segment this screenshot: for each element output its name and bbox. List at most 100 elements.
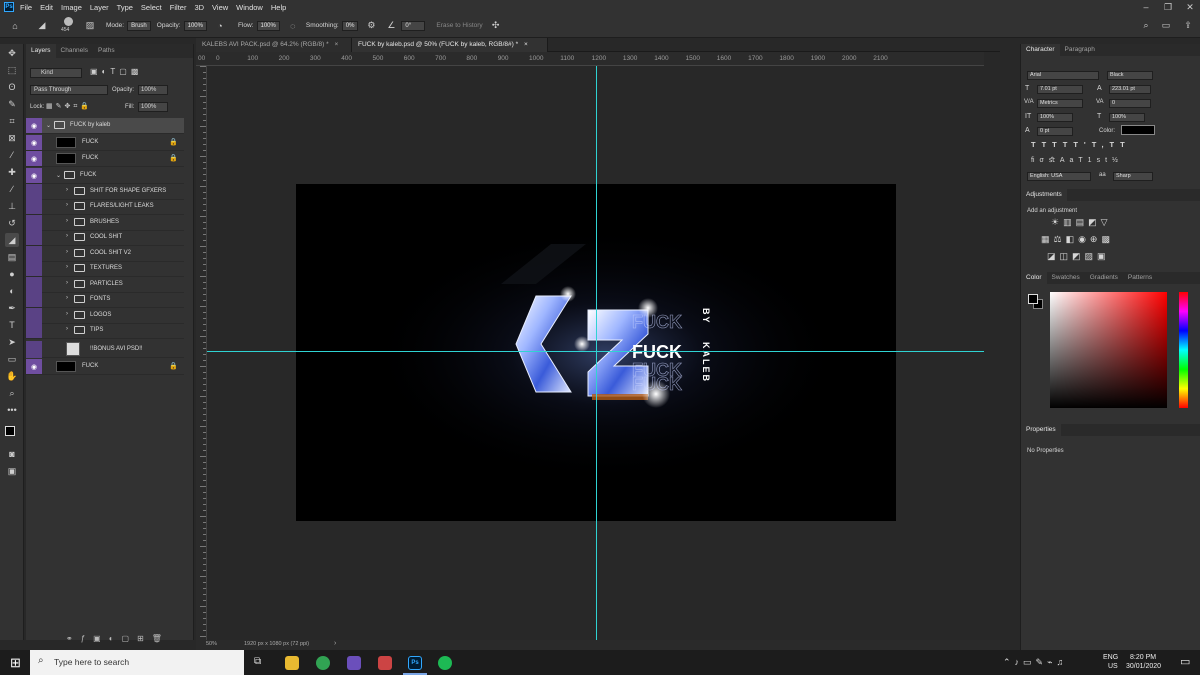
- tab-swatches[interactable]: Swatches: [1047, 272, 1085, 284]
- layer-row[interactable]: › PARTICLES: [26, 277, 184, 293]
- adjustments-title[interactable]: Adjustments: [1021, 189, 1067, 201]
- chevron-down-icon[interactable]: ⌄: [56, 172, 61, 179]
- taskbar-search-box[interactable]: ⌕ Type here to search: [30, 650, 244, 675]
- menu-window[interactable]: Window: [236, 3, 263, 12]
- pressure-opacity-icon[interactable]: ◔: [213, 19, 227, 33]
- layer-row[interactable]: › FLARES/LIGHT LEAKS: [26, 199, 184, 215]
- visibility-eye-icon[interactable]: [26, 246, 42, 261]
- layer-opacity-field[interactable]: 100%: [138, 85, 168, 95]
- layer-actions-bar[interactable]: ⚭ƒ▣◐▢⊞🗑: [66, 634, 170, 643]
- close-icon[interactable]: ×: [524, 41, 528, 48]
- visibility-eye-icon[interactable]: [26, 292, 42, 307]
- windows-start-icon[interactable]: ⊞: [10, 655, 21, 671]
- menu-help[interactable]: Help: [271, 3, 286, 12]
- chevron-right-icon[interactable]: ›: [66, 249, 68, 255]
- tab-paragraph[interactable]: Paragraph: [1060, 44, 1100, 56]
- photoshop-taskbar-icon[interactable]: Ps: [408, 656, 422, 670]
- healing-tool-icon[interactable]: ✚: [5, 165, 19, 179]
- tab-fuck-by-kaleb[interactable]: FUCK by kaleb.psd @ 50% (FUCK by kaleb, …: [352, 38, 548, 52]
- language-indicator[interactable]: ENG: [1103, 654, 1118, 661]
- paint-icon[interactable]: [378, 656, 392, 670]
- fill-field[interactable]: 100%: [138, 102, 168, 112]
- discord-icon[interactable]: [347, 656, 361, 670]
- lock-options-icons[interactable]: ▦✎✥⌗🔒: [46, 102, 92, 111]
- chevron-right-icon[interactable]: ›: [66, 218, 68, 224]
- visibility-eye-icon[interactable]: [26, 230, 42, 245]
- layer-row[interactable]: › BRUSHES: [26, 215, 184, 231]
- layer-row[interactable]: › SHIT FOR SHAPE GFXERS: [26, 184, 184, 200]
- adjustment-icons-row3[interactable]: ◪◫◩▨▣: [1047, 251, 1110, 262]
- brush-preset-picker[interactable]: 454: [58, 16, 80, 36]
- file-explorer-icon[interactable]: [285, 656, 299, 670]
- layer-row[interactable]: › FONTS: [26, 292, 184, 308]
- layer-row[interactable]: › COOL SHIT V2: [26, 246, 184, 262]
- system-tray-icons[interactable]: ⌃♪▭✎⌁♫: [1003, 657, 1067, 668]
- quick-select-tool-icon[interactable]: ✎: [5, 97, 19, 111]
- zoom-tool-icon[interactable]: ⌕: [5, 386, 19, 400]
- hand-tool-icon[interactable]: ✋: [5, 369, 19, 383]
- restore-icon[interactable]: ❐: [1162, 1, 1174, 13]
- antialias-select[interactable]: Sharp: [1113, 172, 1153, 181]
- layer-row[interactable]: › LOGOS: [26, 308, 184, 324]
- visibility-eye-icon[interactable]: [26, 323, 42, 338]
- hue-slider[interactable]: [1179, 292, 1188, 408]
- layer-row[interactable]: ◉ FUCK 🔒: [26, 359, 184, 375]
- menu-edit[interactable]: Edit: [40, 3, 53, 12]
- language-select[interactable]: English: USA: [1027, 172, 1091, 181]
- chevron-right-icon[interactable]: ›: [66, 280, 68, 286]
- layer-row[interactable]: › TEXTURES: [26, 261, 184, 277]
- frame-tool-icon[interactable]: ⊠: [5, 131, 19, 145]
- lasso-tool-icon[interactable]: ʘ: [5, 80, 19, 94]
- blend-mode-select[interactable]: Pass Through: [30, 85, 108, 95]
- layer-filter-icons[interactable]: ▣◐T▢▩: [90, 67, 142, 76]
- chevron-down-icon[interactable]: ⌄: [46, 122, 51, 129]
- chevron-right-icon[interactable]: ›: [66, 264, 68, 270]
- horizontal-scale-field[interactable]: 100%: [1109, 113, 1145, 122]
- move-tool-icon[interactable]: ✥: [5, 46, 19, 60]
- layer-row[interactable]: › TIPS: [26, 323, 184, 339]
- zoom-level[interactable]: 50%: [206, 641, 217, 647]
- color-picker-field[interactable]: [1050, 292, 1167, 408]
- eraser-tool-icon[interactable]: ◢: [5, 233, 19, 247]
- visibility-eye-icon[interactable]: ◉: [26, 118, 42, 133]
- shape-tool-icon[interactable]: ▭: [5, 352, 19, 366]
- visibility-eye-icon[interactable]: ◉: [26, 359, 42, 374]
- menu-layer[interactable]: Layer: [90, 3, 109, 12]
- tracking-field[interactable]: 0: [1109, 99, 1151, 108]
- visibility-eye-icon[interactable]: ◉: [26, 151, 42, 166]
- vertical-guide[interactable]: [596, 66, 597, 640]
- dodge-tool-icon[interactable]: ◐: [5, 284, 19, 298]
- notifications-icon[interactable]: ▭: [1180, 655, 1190, 668]
- eraser-tool-icon[interactable]: ◢: [35, 19, 49, 33]
- chevron-right-icon[interactable]: ›: [334, 640, 336, 647]
- minimize-icon[interactable]: –: [1140, 1, 1152, 13]
- spotify-icon[interactable]: [438, 656, 452, 670]
- layer-row[interactable]: › COOL SHIT: [26, 230, 184, 246]
- tab-character[interactable]: Character: [1021, 44, 1060, 56]
- chrome-icon[interactable]: [316, 656, 330, 670]
- type-tool-icon[interactable]: T: [5, 318, 19, 332]
- layer-row[interactable]: ◉ ⌄ FUCK by kaleb: [26, 118, 184, 134]
- smoothing-field[interactable]: 0%: [341, 20, 359, 31]
- marquee-tool-icon[interactable]: ⬚: [5, 63, 19, 77]
- brush-tool-icon[interactable]: ∕: [5, 182, 19, 196]
- layer-row[interactable]: !!BONUS AVI PSD!!: [26, 341, 184, 358]
- crop-tool-icon[interactable]: ⌗: [5, 114, 19, 128]
- kerning-select[interactable]: Metrics: [1037, 99, 1083, 108]
- path-select-tool-icon[interactable]: ➤: [5, 335, 19, 349]
- visibility-eye-icon[interactable]: [26, 261, 42, 276]
- eyedropper-tool-icon[interactable]: ⁄: [5, 148, 19, 162]
- tab-layers[interactable]: Layers: [26, 44, 56, 58]
- tab-kalebs-avi-pack[interactable]: KALEBS AVI PACK.psd @ 64.2% (RGB/8) * ×: [196, 38, 352, 52]
- symmetry-icon[interactable]: ✣: [489, 19, 503, 33]
- layer-row[interactable]: ◉ ⌄ FUCK: [26, 168, 184, 184]
- clone-stamp-tool-icon[interactable]: ⊥: [5, 199, 19, 213]
- home-icon[interactable]: ⌂: [8, 19, 22, 33]
- close-icon[interactable]: ×: [334, 41, 338, 48]
- visibility-eye-icon[interactable]: ◉: [26, 168, 42, 183]
- flow-field[interactable]: 100%: [256, 20, 280, 31]
- chevron-right-icon[interactable]: ›: [66, 233, 68, 239]
- quick-mask-icon[interactable]: ◙: [5, 447, 19, 461]
- font-size-field[interactable]: 7.01 pt: [1037, 85, 1083, 94]
- gradient-tool-icon[interactable]: ▤: [5, 250, 19, 264]
